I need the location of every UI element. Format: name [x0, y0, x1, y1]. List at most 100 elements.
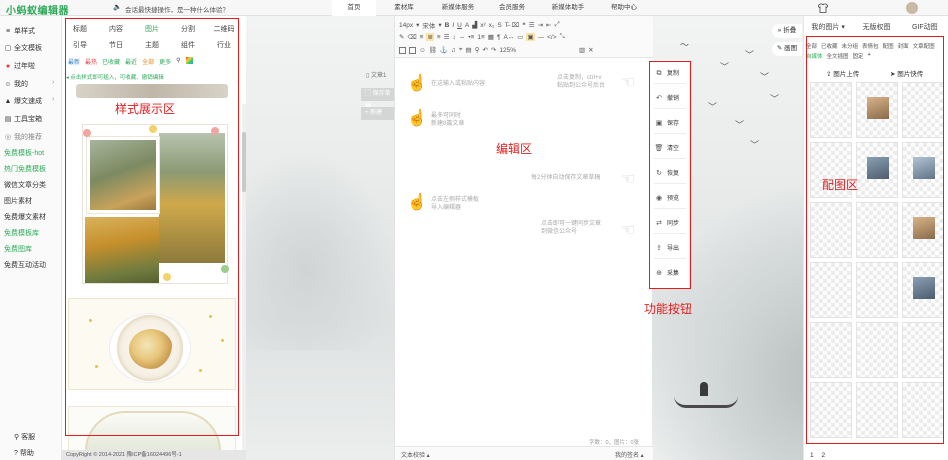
sidebar-item-full-template[interactable]: ▢ 全文模板	[4, 43, 42, 53]
toolbox-icon: ▤	[4, 116, 12, 123]
sidebar-link-hot-templates[interactable]: 热门免费模板	[4, 164, 46, 174]
draw-tab[interactable]: ✎ 画图	[772, 42, 802, 56]
signature-button[interactable]: 我的签名 ▴	[615, 450, 644, 459]
collapse-tab[interactable]: » 折叠	[772, 24, 802, 38]
align-right-icon[interactable]: ≡	[437, 34, 441, 41]
nav-assistant[interactable]: 新媒体助手	[540, 0, 596, 16]
text-check-button[interactable]: 文本校验 ▴	[401, 450, 430, 459]
image-icon[interactable]	[399, 46, 406, 54]
article-tab[interactable]: ▯ 文章1	[366, 70, 386, 79]
zoom-level[interactable]: 125%	[499, 47, 516, 54]
customer-service-label: 客服	[21, 434, 36, 441]
subscript-icon[interactable]: x₂	[489, 22, 495, 29]
tab-my-images-label: 我的图片	[811, 24, 840, 31]
table-icon[interactable]: ▦	[488, 33, 494, 41]
quote-icon[interactable]: ❝	[522, 21, 526, 29]
sidebar-link-images[interactable]: 图片素材	[4, 196, 32, 206]
line-height-icon[interactable]: ↕	[453, 34, 456, 41]
italic-icon[interactable]: I	[452, 22, 454, 29]
nav-material[interactable]: 素材库	[382, 0, 426, 16]
map-icon[interactable]: ⌖	[459, 46, 463, 54]
sidebar-item-new-year[interactable]: ● 过年啦	[4, 61, 35, 71]
align-center-icon[interactable]: ≣	[426, 33, 434, 41]
nav-help[interactable]: 帮助中心	[602, 0, 646, 16]
tab-my-images[interactable]: 我的图片 ▾	[804, 22, 852, 32]
anchor-icon[interactable]: ⚓	[440, 46, 448, 54]
editor-toolbar: 14px ▾ 宋体 ▾ B I U A ▟ x² x₂ S T̶ ⌧ ❝ ☰ ⇥ ⇤…	[395, 16, 653, 58]
font-size-select[interactable]: 14px	[399, 22, 413, 29]
new-article-button[interactable]: + 新建	[361, 107, 395, 120]
page-2[interactable]: 2	[821, 452, 825, 459]
sidebar-link-free-hot[interactable]: 免费模板-hot	[4, 148, 44, 158]
eraser-icon[interactable]: ⌫	[407, 33, 416, 41]
toolbar-row-1: 14px ▾ 宋体 ▾ B I U A ▟ x² x₂ S T̶ ⌧ ❝ ☰ ⇥ ⇤…	[399, 20, 560, 30]
close-icon[interactable]: ✕	[588, 46, 593, 54]
sidebar-item-recommend[interactable]: ◎ 我的推荐	[4, 132, 42, 142]
notice-text[interactable]: 会话最快捷操作，是一种什么体验？	[125, 4, 229, 14]
code-icon[interactable]: </>	[547, 34, 556, 41]
sidebar-link-viral-material[interactable]: 免费爆文素材	[4, 212, 46, 222]
sidebar-item-single-style[interactable]: ≡ 单样式	[4, 26, 35, 36]
border-icon[interactable]: ▭	[517, 33, 523, 41]
sidebar-item-mine[interactable]: ☺ 我的	[4, 79, 28, 89]
search-replace-icon[interactable]: ⚲	[475, 46, 480, 54]
layout-icon[interactable]: ▥	[579, 46, 585, 54]
superscript-icon[interactable]: x²	[480, 22, 485, 29]
nav-vip[interactable]: 会员服务	[490, 0, 534, 16]
number-list-icon[interactable]: 1≡	[477, 34, 484, 41]
video-icon[interactable]	[409, 46, 416, 54]
nav-media-service[interactable]: 新媒体服务	[432, 0, 484, 16]
strike-icon[interactable]: S	[497, 22, 501, 29]
indent-icon[interactable]: ⇥	[538, 21, 543, 29]
highlight-icon[interactable]: ▟	[472, 21, 477, 29]
spacing-icon[interactable]: ⇔	[459, 34, 466, 41]
user-avatar[interactable]	[906, 2, 918, 14]
user-icon: ☺	[4, 81, 12, 88]
qr-icon[interactable]: ▤	[466, 46, 472, 54]
app-logo[interactable]: 小蚂蚁编辑器	[6, 2, 69, 17]
justify-icon[interactable]: ☰	[444, 33, 450, 41]
pen-icon[interactable]: ✎	[399, 33, 404, 41]
list-icon[interactable]: ☰	[529, 21, 535, 29]
emoji-icon[interactable]: ☺	[419, 47, 426, 54]
sidebar-link-wechat-category[interactable]: 微信文章分类	[4, 180, 46, 190]
customer-service-button[interactable]: ⚲ 客服	[14, 432, 35, 442]
format-brush-icon[interactable]: ⌧	[512, 21, 520, 29]
paragraph-icon[interactable]: ¶	[497, 34, 501, 41]
sidebar-item-viral[interactable]: ▲ 爆文速成	[4, 96, 42, 106]
bg-color-icon[interactable]: ▣	[526, 33, 535, 41]
music-icon[interactable]: ♫	[451, 47, 456, 54]
clear-format-icon[interactable]: T̶	[505, 22, 509, 29]
help-button[interactable]: ? 帮助	[14, 448, 34, 458]
tab-gif[interactable]: GIF动图	[901, 22, 948, 32]
sidebar-item-label: 爆文速成	[14, 98, 42, 105]
expand-icon[interactable]: ⤡	[560, 33, 565, 41]
list-icon: ≡	[5, 28, 11, 35]
nav-home[interactable]: 首页	[332, 0, 376, 16]
align-left-icon[interactable]: ≡	[420, 34, 424, 41]
underline-icon[interactable]: U	[457, 22, 462, 29]
font-family-select[interactable]: 宋体	[422, 20, 435, 30]
style-scroll-thumb[interactable]	[242, 132, 246, 192]
bullet-list-icon[interactable]: •≡	[468, 34, 474, 41]
bird-icon: ﹀	[750, 140, 760, 150]
redo-icon[interactable]: ↷	[491, 46, 496, 54]
letter-spacing-icon[interactable]: A↔	[503, 34, 514, 41]
shirt-icon[interactable]	[818, 3, 828, 13]
sidebar-link-gallery[interactable]: 免费图库	[4, 244, 32, 254]
sidebar-item-toolbox[interactable]: ▤ 工具宝箱	[4, 114, 42, 124]
link-icon[interactable]: ⛓	[429, 46, 437, 54]
page-1[interactable]: 1	[810, 452, 814, 459]
text-color-icon[interactable]: A	[465, 22, 469, 29]
save-draft-button[interactable]: ▢ 保存草稿	[361, 88, 395, 110]
hand-pointer-icon: ☝	[407, 194, 427, 211]
hr-icon[interactable]: —	[538, 34, 545, 41]
fullscreen-icon[interactable]: ⤢	[554, 21, 559, 29]
undo-icon[interactable]: ↶	[482, 46, 487, 54]
bold-icon[interactable]: B	[445, 22, 450, 29]
outdent-icon[interactable]: ⇤	[546, 21, 551, 29]
sidebar-link-interactive[interactable]: 免费互动活动	[4, 260, 46, 270]
sidebar-item-label: 我的推荐	[14, 134, 42, 141]
tab-no-copyright[interactable]: 无版权图	[852, 22, 900, 32]
sidebar-link-template-lib[interactable]: 免费模板库	[4, 228, 39, 238]
